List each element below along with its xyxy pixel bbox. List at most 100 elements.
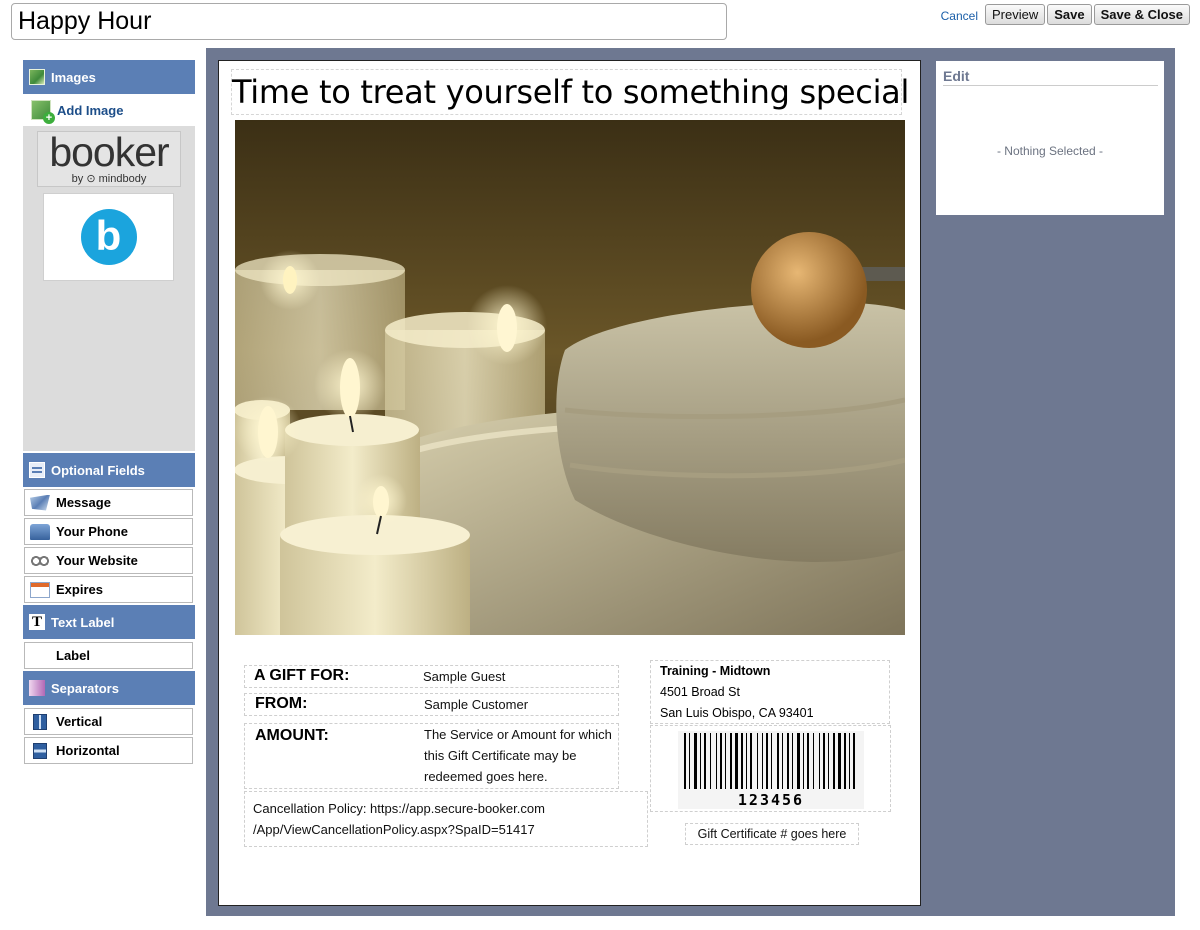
horizontal-separator-icon: [33, 742, 47, 759]
barcode-graphic: 123456: [678, 731, 864, 809]
message-icon: [30, 494, 50, 511]
top-actions: Cancel Preview Save Save & Close: [941, 3, 1190, 25]
barcode-bar: [844, 733, 846, 789]
optional-fields-header[interactable]: Optional Fields: [23, 453, 195, 487]
gift-certificate-editor: Cancel Preview Save Save & Close Images …: [0, 0, 1200, 930]
images-tray: booker by ⊙ mindbody b: [23, 126, 195, 451]
optional-fields-header-label: Optional Fields: [51, 462, 145, 478]
barcode-bar: [710, 733, 711, 789]
add-image-label: Add Image: [57, 102, 124, 118]
location-name: Training - Midtown: [660, 664, 771, 678]
separator-vertical-button[interactable]: Vertical: [24, 708, 193, 735]
barcode-bar: [813, 733, 814, 789]
field-phone-label: Your Phone: [56, 524, 128, 539]
edit-panel: Edit - Nothing Selected -: [936, 61, 1164, 215]
barcode-bar: [849, 733, 850, 789]
barcode-bar: [828, 733, 829, 789]
location-address: Training - Midtown 4501 Broad St San Lui…: [660, 661, 814, 724]
barcode-number: 123456: [738, 791, 804, 809]
booker-b-thumbnail[interactable]: b: [43, 193, 174, 281]
booker-logo-byline: by ⊙ mindbody: [71, 173, 147, 185]
amount-value-line-1: The Service or Amount for which: [424, 727, 612, 742]
preview-button[interactable]: Preview: [985, 3, 1046, 25]
barcode-bar: [782, 733, 783, 789]
barcode-bar: [797, 733, 800, 789]
location-address-box[interactable]: Training - Midtown 4501 Broad St San Lui…: [650, 660, 890, 724]
certificate-number-box[interactable]: Gift Certificate # goes here: [685, 823, 859, 845]
phone-icon: [30, 523, 50, 540]
cancel-link[interactable]: Cancel: [941, 9, 978, 23]
field-expires-button[interactable]: Expires: [24, 576, 193, 603]
from-label: FROM:: [255, 695, 308, 712]
amount-row[interactable]: AMOUNT: The Service or Amount for which …: [244, 723, 619, 789]
edit-panel-empty-message: - Nothing Selected -: [996, 144, 1104, 158]
cancellation-line-1: Cancellation Policy: https://app.secure-…: [253, 801, 545, 816]
separators-header[interactable]: Separators: [23, 671, 195, 705]
barcode-bar: [684, 733, 686, 789]
amount-value-line-3: redeemed goes here.: [424, 769, 548, 784]
barcode-bar: [735, 733, 738, 789]
certificate-paper: Time to treat yourself to something spec…: [218, 60, 921, 906]
barcode-bar: [819, 733, 820, 789]
barcode-bar: [694, 733, 697, 789]
separator-icon: [29, 680, 45, 696]
spa-candles-towel-photo[interactable]: [235, 120, 905, 635]
separators-list: Vertical Horizontal: [23, 705, 195, 764]
barcode-bar: [741, 733, 743, 789]
save-button[interactable]: Save: [1047, 3, 1092, 25]
barcode-bar: [823, 733, 825, 789]
barcode-bar: [730, 733, 732, 789]
gift-for-label: A GIFT FOR:: [254, 667, 350, 684]
link-icon: [30, 552, 50, 569]
amount-label: AMOUNT:: [255, 727, 329, 744]
edit-panel-title: Edit: [943, 68, 1158, 86]
barcode-box[interactable]: 123456: [650, 725, 891, 812]
barcode-bar: [777, 733, 779, 789]
barcode-bar: [689, 733, 690, 789]
barcode-bar: [720, 733, 722, 789]
field-website-button[interactable]: Your Website: [24, 547, 193, 574]
sidebar: Images Add Image booker by ⊙ mindbody b …: [23, 60, 195, 766]
barcode-bar: [700, 733, 701, 789]
calendar-icon: [30, 581, 50, 598]
barcode-bar: [746, 733, 747, 789]
amount-value-line-2: this Gift Certificate may be: [424, 748, 577, 763]
cancellation-policy-box[interactable]: Cancellation Policy: https://app.secure-…: [244, 791, 648, 847]
text-label-header[interactable]: T Text Label: [23, 605, 195, 639]
certificate-headline[interactable]: Time to treat yourself to something spec…: [231, 69, 909, 115]
gift-for-row[interactable]: A GIFT FOR: Sample Guest: [244, 665, 619, 688]
optional-fields-list: Message Your Phone Your Website Expires: [23, 487, 195, 603]
barcode-bar: [833, 733, 835, 789]
field-message-label: Message: [56, 495, 111, 510]
cancellation-line-2: /App/ViewCancellationPolicy.aspx?SpaID=5…: [253, 822, 535, 837]
spa-photo-illustration: [235, 120, 905, 635]
gift-for-value: Sample Guest: [423, 669, 506, 684]
images-header[interactable]: Images: [23, 60, 195, 94]
field-website-label: Your Website: [56, 553, 138, 568]
booker-logo-thumbnail[interactable]: booker by ⊙ mindbody: [37, 131, 181, 187]
separator-horizontal-label: Horizontal: [56, 743, 120, 758]
field-label-button[interactable]: Label: [24, 642, 193, 669]
certificate-number: Gift Certificate # goes here: [697, 827, 847, 841]
image-icon: [29, 69, 45, 85]
cancellation-policy-text: Cancellation Policy: https://app.secure-…: [253, 798, 545, 840]
separator-horizontal-button[interactable]: Horizontal: [24, 737, 193, 764]
field-expires-label: Expires: [56, 582, 103, 597]
barcode-bar: [853, 733, 855, 789]
add-image-button[interactable]: Add Image: [23, 94, 195, 126]
field-message-button[interactable]: Message: [24, 489, 193, 516]
barcode-bar: [766, 733, 768, 789]
barcode-bar: [725, 733, 726, 789]
certificate-title-input[interactable]: [11, 3, 727, 40]
barcode-bar: [716, 733, 717, 789]
from-row[interactable]: FROM: Sample Customer: [244, 693, 619, 716]
field-phone-button[interactable]: Your Phone: [24, 518, 193, 545]
field-label-label: Label: [56, 648, 90, 663]
save-close-button[interactable]: Save & Close: [1093, 3, 1190, 25]
address-line-1: 4501 Broad St: [660, 685, 740, 699]
booker-b-logo-icon: b: [80, 209, 137, 265]
barcode-bar: [803, 733, 804, 789]
barcode-bar: [704, 733, 706, 789]
separator-vertical-label: Vertical: [56, 714, 103, 729]
barcode-bar: [762, 733, 763, 789]
